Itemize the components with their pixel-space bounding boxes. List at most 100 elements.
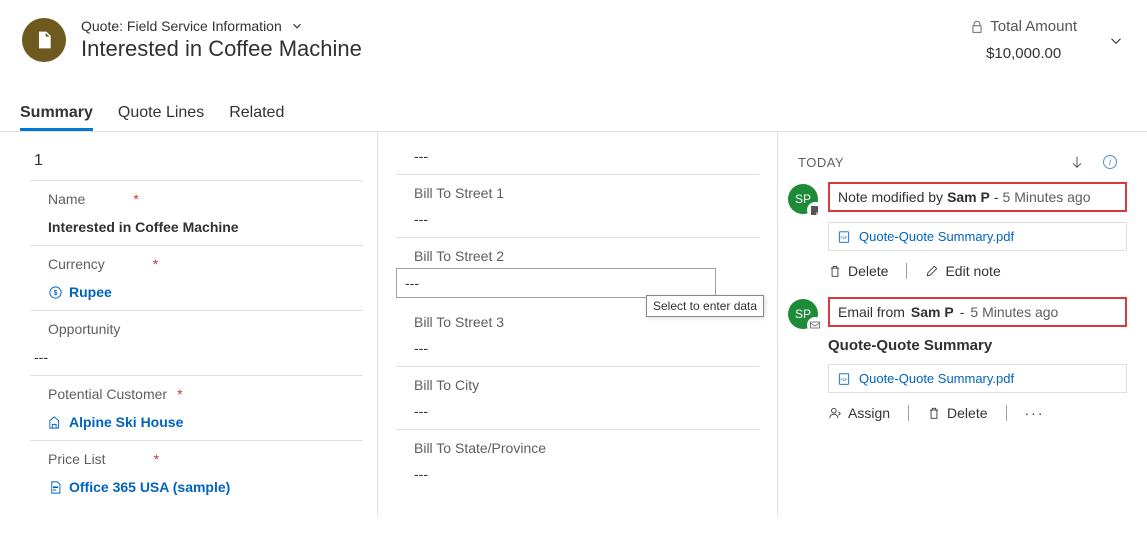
lookup-text: Alpine Ski House (69, 414, 183, 430)
timeline-header: TODAY i (788, 140, 1127, 178)
currency-icon: $ (48, 285, 63, 300)
attachment-link[interactable]: PDF Quote-Quote Summary.pdf (828, 222, 1127, 251)
tab-quote-lines[interactable]: Quote Lines (118, 98, 204, 131)
field-value: --- (414, 403, 755, 419)
column-timeline: TODAY i SP Note modified by Sam P - 5 Mi… (778, 132, 1147, 515)
attachment-name: Quote-Quote Summary.pdf (859, 229, 1014, 244)
field-label: Bill To Street 3 (414, 314, 504, 330)
edit-label: Edit note (945, 263, 1000, 279)
lock-icon (970, 20, 984, 34)
action-divider (908, 405, 909, 421)
edit-note-button[interactable]: Edit note (925, 263, 1000, 279)
pdf-icon: PDF (837, 372, 851, 386)
tab-summary[interactable]: Summary (20, 98, 93, 131)
content-area: 1 Name* Interested in Coffee Machine Cur… (0, 132, 1147, 515)
input-value: --- (405, 275, 419, 291)
bill-street-2-input[interactable]: --- (396, 268, 716, 298)
delete-label: Delete (947, 405, 987, 421)
attachment-link[interactable]: PDF Quote-Quote Summary.pdf (828, 364, 1127, 393)
timeline-header-actions: i (1069, 154, 1117, 170)
required-marker: * (133, 191, 138, 207)
head-user: Sam P (911, 304, 954, 320)
tooltip-select-to-enter: Select to enter data (646, 295, 764, 317)
field-value[interactable]: Alpine Ski House (48, 414, 359, 430)
quote-entity-icon (22, 18, 66, 62)
field-label: Bill To Street 1 (414, 185, 504, 201)
lookup-text: Office 365 USA (sample) (69, 479, 230, 495)
field-label: Opportunity (48, 321, 120, 337)
field-price-list[interactable]: Price List* Office 365 USA (sample) (30, 441, 363, 505)
svg-text:PDF: PDF (841, 235, 848, 239)
field-value[interactable]: $ Rupee (48, 284, 359, 300)
page-title: Interested in Coffee Machine (81, 36, 970, 62)
field-potential-customer[interactable]: Potential Customer* Alpine Ski House (30, 376, 363, 441)
total-amount-block: Total Amount $10,000.00 (970, 18, 1077, 62)
svg-text:$: $ (54, 290, 58, 297)
field-value: --- (414, 466, 755, 482)
field-label: Bill To Street 2 (414, 248, 504, 264)
delete-button[interactable]: Delete (828, 263, 888, 279)
pdf-icon: PDF (837, 230, 851, 244)
total-amount-label-row: Total Amount (970, 18, 1077, 35)
arrow-down-icon[interactable] (1069, 154, 1085, 170)
activity-body: Email from Sam P - 5 Minutes ago Quote-Q… (828, 297, 1127, 421)
lookup-text: Rupee (69, 284, 112, 300)
mail-badge-icon (807, 317, 823, 333)
field-value[interactable]: Office 365 USA (sample) (48, 479, 359, 495)
column-left: 1 Name* Interested in Coffee Machine Cur… (0, 132, 378, 515)
avatar: SP (788, 299, 818, 329)
trash-icon (828, 264, 842, 278)
form-selector[interactable]: Quote: Field Service Information (81, 18, 970, 34)
head-ago: 5 Minutes ago (970, 304, 1058, 320)
timeline-item-email: SP Email from Sam P - 5 Minutes ago Quot… (788, 293, 1127, 435)
chevron-down-icon[interactable] (1107, 32, 1125, 50)
pricelist-icon (48, 480, 63, 495)
field-label: Bill To City (414, 377, 479, 393)
assign-label: Assign (848, 405, 890, 421)
required-marker: * (153, 256, 158, 272)
more-actions-button[interactable]: ··· (1025, 405, 1045, 421)
field-bill-state[interactable]: Bill To State/Province --- (396, 430, 759, 492)
delete-button[interactable]: Delete (927, 405, 987, 421)
total-amount-value: $10,000.00 (970, 45, 1077, 62)
svg-text:PDF: PDF (841, 377, 848, 381)
total-amount-label: Total Amount (990, 18, 1077, 35)
field-value: --- (414, 211, 755, 227)
note-badge-icon (807, 202, 823, 218)
field-bill-street-1[interactable]: Bill To Street 1 --- (396, 175, 759, 238)
activity-headline: Note modified by Sam P - 5 Minutes ago (828, 182, 1127, 212)
tab-bar: Summary Quote Lines Related (0, 98, 1147, 132)
person-icon (828, 406, 842, 420)
field-value: --- (414, 148, 755, 164)
info-icon[interactable]: i (1103, 155, 1117, 169)
field-label: Currency (48, 256, 105, 272)
account-icon (48, 415, 63, 430)
field-label: Bill To State/Province (414, 440, 546, 456)
field-prev[interactable]: --- (396, 132, 759, 175)
delete-label: Delete (848, 263, 888, 279)
timeline-item-note: SP Note modified by Sam P - 5 Minutes ag… (788, 178, 1127, 293)
field-currency[interactable]: Currency * $ Rupee (30, 246, 363, 311)
header-right: Total Amount $10,000.00 (970, 18, 1125, 62)
assign-button[interactable]: Assign (828, 405, 890, 421)
field-bill-street-2[interactable]: Bill To Street 2 --- (396, 238, 759, 298)
field-value: Interested in Coffee Machine (48, 219, 359, 235)
action-divider (906, 263, 907, 279)
form-selector-label: Quote: Field Service Information (81, 18, 282, 34)
email-subject: Quote-Quote Summary (828, 337, 1127, 354)
required-marker: * (177, 386, 182, 402)
tab-related[interactable]: Related (229, 98, 284, 131)
trash-icon (927, 406, 941, 420)
chevron-down-icon (290, 19, 304, 33)
field-bill-city[interactable]: Bill To City --- (396, 367, 759, 430)
activity-body: Note modified by Sam P - 5 Minutes ago P… (828, 182, 1127, 279)
field-value: --- (414, 340, 755, 356)
timeline-section-label: TODAY (798, 155, 844, 170)
activity-actions: Delete Edit note (828, 263, 1127, 279)
header-text-block: Quote: Field Service Information Interes… (81, 18, 970, 62)
head-prefix: Note modified by (838, 189, 943, 205)
field-name[interactable]: Name* Interested in Coffee Machine (30, 181, 363, 246)
pencil-icon (925, 264, 939, 278)
field-opportunity[interactable]: Opportunity --- (30, 311, 363, 376)
required-marker: * (154, 451, 159, 467)
